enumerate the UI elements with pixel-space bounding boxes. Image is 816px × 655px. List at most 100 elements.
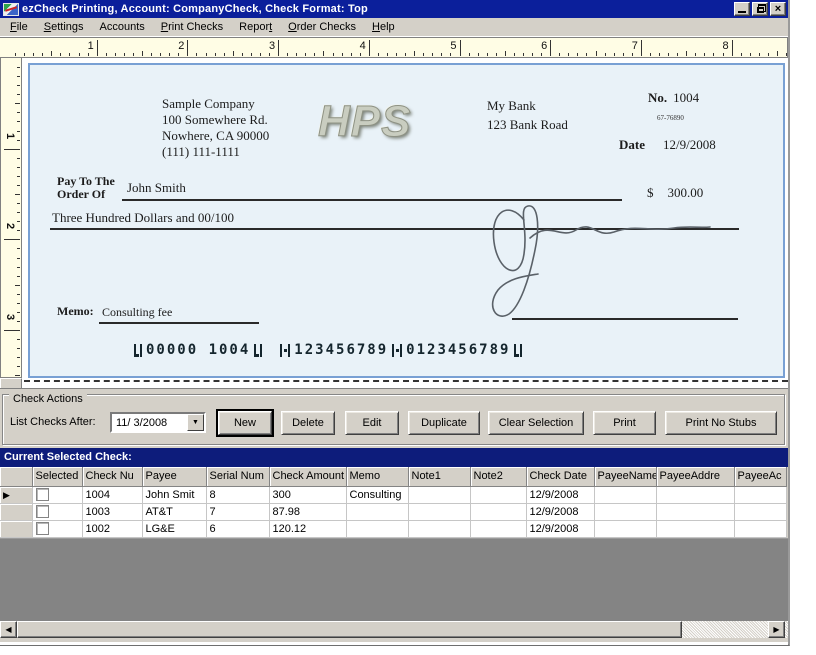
menu-item-report[interactable]: Report [231, 19, 280, 35]
cell-payeeac[interactable] [734, 503, 787, 521]
combo-dropdown-button[interactable]: ▼ [187, 414, 204, 431]
minimize-icon [738, 11, 746, 13]
cell-check-amount[interactable]: 87.98 [269, 503, 347, 521]
cell-check-amount[interactable]: 300 [269, 486, 347, 504]
memo-underline [99, 322, 259, 324]
cell-note1[interactable] [408, 520, 471, 538]
date-value: 12/9/2008 [663, 137, 716, 152]
cell-memo[interactable]: Consulting [346, 486, 409, 504]
cell-payeename[interactable] [594, 520, 657, 538]
cell-note2[interactable] [470, 520, 527, 538]
cell-memo[interactable] [346, 520, 409, 538]
row-checkbox[interactable] [35, 522, 49, 535]
close-button[interactable]: × [770, 2, 786, 16]
amount-words: Three Hundred Dollars and 00/100 [52, 210, 234, 225]
company-address1: 100 Somewhere Rd. [162, 112, 268, 127]
table-row[interactable]: 1003 AT&T 7 87.98 12/9/2008 [0, 503, 787, 521]
cell-note1[interactable] [408, 503, 471, 521]
micr-check-number: 00000 1004 [146, 342, 251, 358]
cell-payeename[interactable] [594, 486, 657, 504]
table-row[interactable]: 1002 LG&E 6 120.12 12/9/2008 [0, 520, 787, 538]
menu-item-accounts[interactable]: Accounts [92, 19, 153, 35]
company-block: Sample Company 100 Somewhere Rd. Nowhere… [162, 96, 269, 160]
cell-note2[interactable] [470, 503, 527, 521]
cell-memo[interactable] [346, 503, 409, 521]
cell-check-nu[interactable]: 1002 [82, 520, 143, 538]
cell-payeeaddre[interactable] [656, 503, 735, 521]
col-header-payee[interactable]: Payee [142, 467, 207, 487]
cell-serial-num[interactable]: 8 [206, 486, 270, 504]
signature-scribble [491, 205, 711, 317]
cell-check-date[interactable]: 12/9/2008 [526, 503, 595, 521]
restore-button[interactable] [752, 2, 768, 16]
cell-note1[interactable] [408, 486, 471, 504]
bank-fraction: 67-76890 [657, 114, 684, 122]
col-header-memo[interactable]: Memo [346, 467, 409, 487]
cell-check-amount[interactable]: 120.12 [269, 520, 347, 538]
table-row[interactable]: ▶ 1004 John Smit 8 300 Consulting 12/9/2008 [0, 486, 787, 504]
col-header-payeename[interactable]: PayeeName [594, 467, 657, 487]
micr-account: 0123456789 [406, 342, 511, 358]
menu-item-settings[interactable]: Settings [36, 19, 92, 35]
memo-label: Memo: [57, 304, 94, 318]
check-preview: Sample Company 100 Somewhere Rd. Nowhere… [28, 63, 785, 378]
menu-item-file[interactable]: File [2, 19, 36, 35]
row-selector[interactable] [0, 520, 33, 538]
grid-header-row: Selected Check Nu Payee Serial Num Check Amo… [0, 467, 787, 487]
cell-payee[interactable]: John Smit [142, 486, 207, 504]
page-break-line [24, 380, 788, 382]
cell-payeeac[interactable] [734, 520, 787, 538]
ruler-vertical: 123 [0, 58, 22, 378]
selected-cell[interactable] [32, 520, 83, 538]
cell-payeeaddre[interactable] [656, 520, 735, 538]
menu-item-order-checks[interactable]: Order Checks [280, 19, 364, 35]
col-header-check-nu[interactable]: Check Nu [82, 467, 143, 487]
new-button[interactable]: New [216, 409, 274, 437]
col-header-check-date[interactable]: Check Date [526, 467, 595, 487]
selected-cell[interactable] [32, 486, 83, 504]
row-checkbox[interactable] [35, 505, 49, 518]
col-header-selected[interactable]: Selected [32, 467, 83, 487]
cell-payee[interactable]: LG&E [142, 520, 207, 538]
window-title: ezCheck Printing, Account: CompanyCheck,… [22, 3, 368, 15]
cell-note2[interactable] [470, 486, 527, 504]
cell-payee[interactable]: AT&T [142, 503, 207, 521]
col-header-serial-num[interactable]: Serial Num [206, 467, 270, 487]
cell-payeeac[interactable] [734, 486, 787, 504]
cell-serial-num[interactable]: 6 [206, 520, 270, 538]
print-button[interactable]: Print [593, 411, 656, 435]
col-header-note2[interactable]: Note2 [470, 467, 527, 487]
edit-button[interactable]: Edit [345, 411, 399, 435]
list-checks-after-datepicker[interactable]: 11/ 3/2008 ▼ [110, 412, 206, 433]
col-header-payeeac[interactable]: PayeeAc [734, 467, 787, 487]
row-selector[interactable] [0, 503, 33, 521]
scrollbar-thumb[interactable] [17, 620, 682, 638]
title-bar[interactable]: ezCheck Printing, Account: CompanyCheck,… [0, 0, 788, 18]
cell-check-date[interactable]: 12/9/2008 [526, 520, 595, 538]
col-header-payeeaddre[interactable]: PayeeAddre [656, 467, 735, 487]
cell-payeename[interactable] [594, 503, 657, 521]
clear-selection-button[interactable]: Clear Selection [488, 411, 584, 435]
cell-check-nu[interactable]: 1004 [82, 486, 143, 504]
col-header-note1[interactable]: Note1 [408, 467, 471, 487]
row-selector[interactable]: ▶ [0, 486, 33, 504]
print-no-stubs-button[interactable]: Print No Stubs [665, 411, 777, 435]
micr-routing: 123456789 [294, 342, 389, 358]
selected-cell[interactable] [32, 503, 83, 521]
menu-item-help[interactable]: Help [364, 19, 403, 35]
col-header-check-amount[interactable]: Check Amount [269, 467, 347, 487]
payee-name: John Smith [127, 180, 186, 195]
duplicate-button[interactable]: Duplicate [408, 411, 480, 435]
delete-button[interactable]: Delete [281, 411, 335, 435]
horizontal-scrollbar[interactable]: ◀ ▶ [0, 620, 788, 638]
cell-serial-num[interactable]: 7 [206, 503, 270, 521]
scroll-right-button[interactable]: ▶ [768, 620, 785, 638]
cell-payeeaddre[interactable] [656, 486, 735, 504]
row-selector-header [0, 467, 33, 487]
cell-check-nu[interactable]: 1003 [82, 503, 143, 521]
minimize-button[interactable] [734, 2, 750, 16]
row-checkbox[interactable] [35, 488, 49, 501]
menu-item-print-checks[interactable]: Print Checks [153, 19, 231, 35]
cell-check-date[interactable]: 12/9/2008 [526, 486, 595, 504]
scroll-left-button[interactable]: ◀ [0, 620, 17, 638]
